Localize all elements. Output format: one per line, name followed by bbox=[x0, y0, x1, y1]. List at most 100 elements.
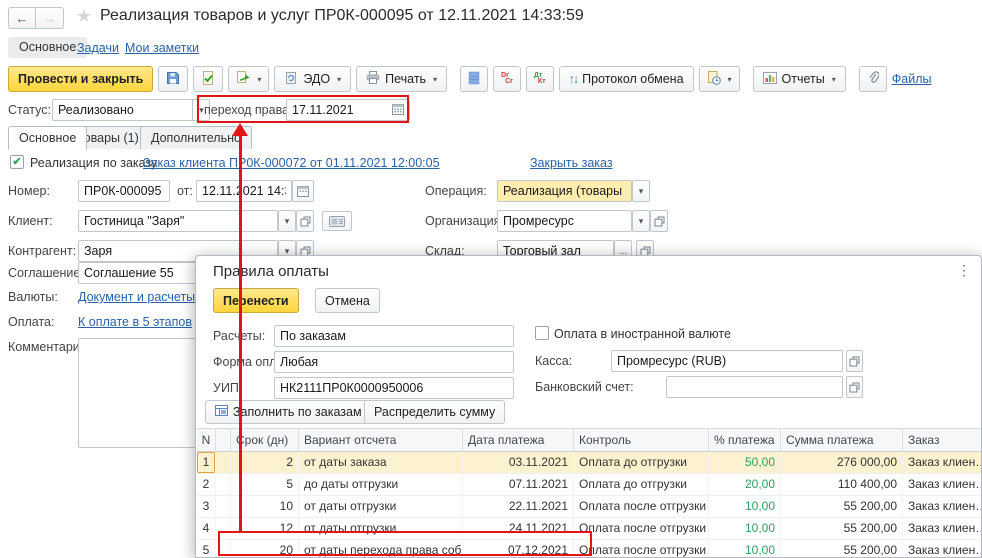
doc-date-input[interactable] bbox=[196, 180, 292, 202]
register-records-button[interactable] bbox=[460, 66, 488, 92]
attachments-button[interactable] bbox=[859, 66, 887, 92]
cell-percent[interactable]: 10,00 bbox=[709, 518, 781, 539]
dr-cr-button[interactable]: DrCr bbox=[493, 66, 521, 92]
cell-variant[interactable]: до даты отгрузки bbox=[299, 474, 463, 495]
post-and-close-button[interactable]: Провести и закрыть bbox=[8, 66, 153, 92]
cell-variant[interactable]: от даты отгрузки bbox=[299, 496, 463, 517]
client-input[interactable] bbox=[78, 210, 278, 232]
nav-tab-notes[interactable]: Мои заметки bbox=[125, 41, 199, 55]
column-header[interactable]: Срок (дн) bbox=[231, 429, 299, 451]
fill-by-orders-button[interactable]: Заполнить по заказам bbox=[205, 400, 372, 424]
table-row[interactable]: 4 12 от даты отгрузки 24.11.2021 Оплата … bbox=[197, 518, 982, 540]
cell-term[interactable]: 20 bbox=[231, 540, 299, 558]
cell-n[interactable]: 4 bbox=[197, 518, 216, 539]
cell-marker[interactable] bbox=[216, 452, 231, 473]
cell-sum[interactable]: 55 200,00 bbox=[781, 496, 903, 517]
customer-order-link[interactable]: Заказ клиента ПР0К-000072 от 01.11.2021 … bbox=[143, 156, 440, 170]
cell-sum[interactable]: 276 000,00 bbox=[781, 452, 903, 473]
cell-order[interactable]: Заказ клиен… bbox=[903, 540, 982, 558]
cell-marker[interactable] bbox=[216, 518, 231, 539]
table-row[interactable]: 3 10 от даты отгрузки 22.11.2021 Оплата … bbox=[197, 496, 982, 518]
cancel-button[interactable]: Отмена bbox=[315, 288, 380, 313]
exchange-protocol-button[interactable]: ↑↓Протокол обмена bbox=[559, 66, 694, 92]
cashbox-input[interactable] bbox=[611, 350, 843, 372]
by-order-checkbox[interactable]: ✔ bbox=[10, 155, 24, 169]
transfer-button[interactable]: Перенести bbox=[213, 288, 299, 313]
table-row[interactable]: 1 2 от даты заказа 03.11.2021 Оплата до … bbox=[197, 452, 982, 474]
cell-n[interactable]: 5 bbox=[197, 540, 216, 558]
number-input[interactable] bbox=[78, 180, 170, 202]
client-card-button[interactable] bbox=[322, 211, 352, 231]
cell-date[interactable]: 07.12.2021 bbox=[463, 540, 574, 558]
reports-button[interactable]: Отчеты▾ bbox=[753, 66, 846, 92]
status-select[interactable]: Реализовано bbox=[52, 99, 210, 121]
client-dropdown-icon[interactable]: ▾ bbox=[278, 210, 296, 232]
column-header[interactable]: Сумма платежа bbox=[781, 429, 903, 451]
organization-open-icon[interactable] bbox=[650, 210, 668, 232]
nav-tab-tasks[interactable]: Задачи bbox=[77, 41, 119, 55]
back-button[interactable]: ← bbox=[8, 7, 36, 29]
cell-marker[interactable] bbox=[216, 474, 231, 495]
cashbox-open-icon[interactable] bbox=[846, 350, 863, 372]
calendar-icon[interactable] bbox=[392, 103, 404, 118]
doc-date-calendar-button[interactable] bbox=[292, 180, 314, 202]
favorite-star-icon[interactable]: ★ bbox=[76, 6, 92, 27]
tab-additional[interactable]: Дополнительно bbox=[140, 126, 252, 149]
column-header[interactable]: N bbox=[197, 429, 216, 451]
cell-percent[interactable]: 10,00 bbox=[709, 540, 781, 558]
cell-marker[interactable] bbox=[216, 496, 231, 517]
operation-input[interactable] bbox=[497, 180, 632, 202]
cell-variant[interactable]: от даты заказа bbox=[299, 452, 463, 473]
cell-date[interactable]: 22.11.2021 bbox=[463, 496, 574, 517]
table-row-highlighted[interactable]: 5 20 от даты перехода права соб… 07.12.2… bbox=[197, 540, 982, 558]
column-header[interactable]: Дата платежа bbox=[463, 429, 574, 451]
save-button[interactable] bbox=[158, 66, 188, 92]
payment-stages-link[interactable]: К оплате в 5 этапов bbox=[78, 315, 192, 329]
cell-n[interactable]: 3 bbox=[197, 496, 216, 517]
nav-tab-main[interactable]: Основное bbox=[8, 37, 87, 58]
cell-sum[interactable]: 55 200,00 bbox=[781, 540, 903, 558]
bank-account-open-icon[interactable] bbox=[846, 376, 863, 398]
foreign-currency-checkbox[interactable] bbox=[535, 326, 549, 340]
print-button[interactable]: Печать▾ bbox=[356, 66, 447, 92]
agreement-input[interactable] bbox=[78, 262, 208, 284]
cell-control[interactable]: Оплата до отгрузки bbox=[574, 474, 709, 495]
cell-order[interactable]: Заказ клиен… bbox=[903, 452, 982, 473]
currencies-link[interactable]: Документ и расчеты: bbox=[78, 290, 199, 304]
post-document-button[interactable] bbox=[193, 66, 223, 92]
column-header[interactable]: % платежа bbox=[709, 429, 781, 451]
cell-term[interactable]: 12 bbox=[231, 518, 299, 539]
cell-percent[interactable]: 10,00 bbox=[709, 496, 781, 517]
column-header[interactable]: Контроль bbox=[574, 429, 709, 451]
cell-date[interactable]: 07.11.2021 bbox=[463, 474, 574, 495]
cell-marker[interactable] bbox=[216, 540, 231, 558]
cell-control[interactable]: Оплата после отгрузки bbox=[574, 540, 709, 558]
uip-input[interactable] bbox=[274, 377, 514, 399]
client-open-icon[interactable] bbox=[296, 210, 314, 232]
close-order-link[interactable]: Закрыть заказ bbox=[530, 156, 613, 170]
cell-order[interactable]: Заказ клиен… bbox=[903, 518, 982, 539]
calculations-input[interactable] bbox=[274, 325, 514, 347]
bank-account-input[interactable] bbox=[666, 376, 843, 398]
dt-kt-button[interactable]: ДтКт bbox=[526, 66, 554, 92]
cell-order[interactable]: Заказ клиен… bbox=[903, 474, 982, 495]
cell-date[interactable]: 03.11.2021 bbox=[463, 452, 574, 473]
cell-order[interactable]: Заказ клиен… bbox=[903, 496, 982, 517]
schedule-button[interactable]: ▾ bbox=[699, 66, 740, 92]
cell-term[interactable]: 2 bbox=[231, 452, 299, 473]
cell-percent[interactable]: 50,00 bbox=[709, 452, 781, 473]
column-header[interactable]: Вариант отсчета bbox=[299, 429, 463, 451]
cell-sum[interactable]: 55 200,00 bbox=[781, 518, 903, 539]
cell-variant[interactable]: от даты отгрузки bbox=[299, 518, 463, 539]
cell-control[interactable]: Оплата после отгрузки bbox=[574, 518, 709, 539]
cell-n[interactable]: 1 bbox=[197, 452, 216, 473]
forward-button[interactable]: → bbox=[36, 7, 64, 29]
dialog-menu-icon[interactable]: ⋮ bbox=[957, 262, 971, 279]
cell-term[interactable]: 5 bbox=[231, 474, 299, 495]
files-link[interactable]: Файлы bbox=[892, 72, 932, 86]
payment-form-input[interactable] bbox=[274, 351, 514, 373]
operation-dropdown-icon[interactable]: ▾ bbox=[632, 180, 650, 202]
tab-main[interactable]: Основное bbox=[8, 126, 87, 150]
table-row[interactable]: 2 5 до даты отгрузки 07.11.2021 Оплата д… bbox=[197, 474, 982, 496]
organization-dropdown-icon[interactable]: ▾ bbox=[632, 210, 650, 232]
